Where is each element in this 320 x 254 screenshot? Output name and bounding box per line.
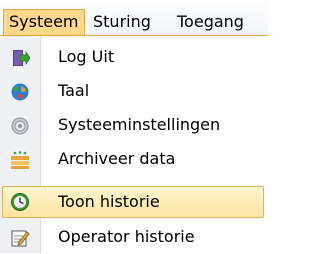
menu-item-archiveer-data[interactable]: Archiveer data — [2, 144, 264, 176]
systeem-dropdown-menu: Log Uit Taal Systeeminstellingen Archive… — [0, 35, 268, 253]
history-icon — [10, 192, 30, 212]
menu-item-log-uit[interactable]: Log Uit — [2, 42, 264, 74]
menu-item-label: Taal — [58, 81, 90, 100]
menu-item-label: Operator historie — [58, 227, 195, 246]
edit-icon — [10, 228, 30, 248]
menu-bar: Systeem Sturing Toegang — [0, 0, 268, 39]
menu-item-taal[interactable]: Taal — [2, 76, 264, 108]
menu-toegang[interactable]: Toegang — [172, 9, 249, 35]
menu-item-label: Systeeminstellingen — [58, 115, 221, 134]
menu-item-label: Toon historie — [58, 192, 160, 211]
menu-item-systeeminstellingen[interactable]: Systeeminstellingen — [2, 110, 264, 142]
logout-icon — [10, 48, 31, 68]
menu-item-label: Log Uit — [58, 47, 115, 66]
menu-item-label: Archiveer data — [58, 149, 176, 168]
menu-sturing[interactable]: Sturing — [88, 9, 156, 35]
menu-item-operator-historie[interactable]: Operator historie — [2, 222, 264, 254]
menu-item-toon-historie[interactable]: Toon historie — [2, 186, 264, 218]
settings-icon — [10, 116, 30, 136]
globe-icon — [10, 82, 30, 102]
archive-icon — [10, 150, 30, 170]
menu-systeem[interactable]: Systeem — [3, 9, 85, 35]
